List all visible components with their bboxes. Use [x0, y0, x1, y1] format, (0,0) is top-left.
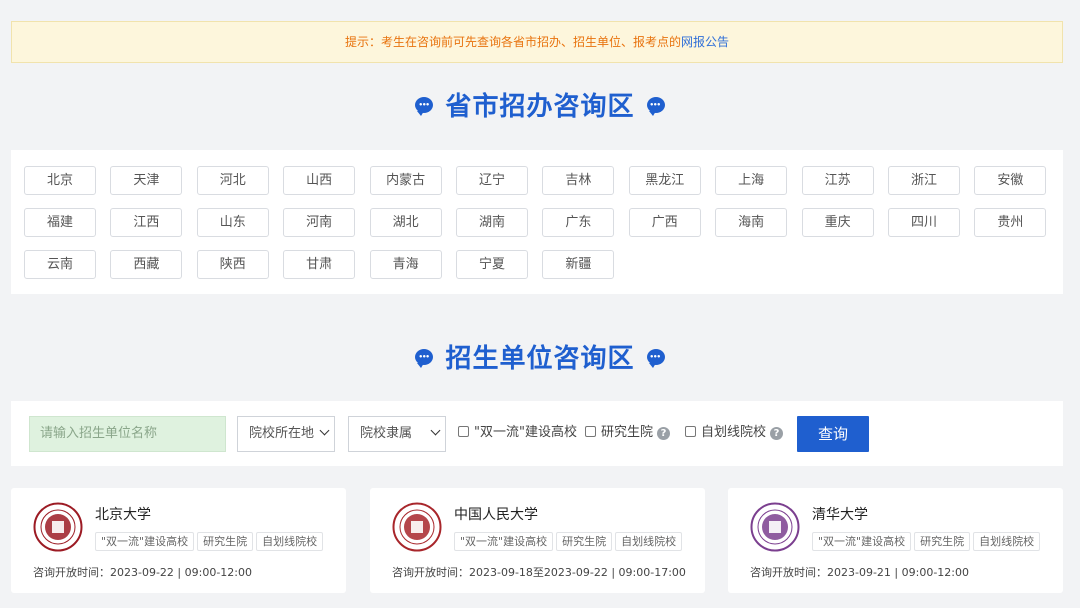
province-button[interactable]: 广西	[628, 208, 701, 237]
university-tag: "双一流"建设高校	[454, 532, 554, 551]
university-tag: 研究生院	[556, 532, 613, 551]
province-button[interactable]: 安徽	[974, 166, 1047, 195]
province-button[interactable]: 海南	[715, 208, 788, 237]
province-button[interactable]: 青海	[369, 250, 442, 279]
checkbox-label: 自划线院校	[701, 425, 767, 440]
chevron-down-icon	[319, 425, 330, 436]
university-tag: 自划线院校	[256, 532, 324, 551]
province-button[interactable]: 云南	[24, 250, 96, 279]
section-title-text: 招生单位咨询区	[445, 344, 635, 374]
province-panel: 北京 天津 河北 山西 内蒙古 辽宁 吉林 黑龙江 上海 江苏 浙江 安徽福建 江西 山东 河南 湖北 湖南 广东…	[11, 150, 1063, 294]
chevron-down-icon	[430, 425, 441, 436]
university-card[interactable]: 北京大学 "双一流"建设高校 研究生院 自划线院校 咨询开放时间：2023-09-22 …	[11, 488, 346, 593]
self-line-checkbox[interactable]: 自划线院校?	[685, 425, 784, 440]
province-button[interactable]: 湖南	[456, 208, 528, 237]
university-tag: "双一流"建设高校	[95, 532, 195, 551]
affiliation-select[interactable]: 院校隶属	[348, 416, 446, 452]
province-button[interactable]: 浙江	[888, 166, 960, 195]
consult-time-value: 2023-09-22 | 09:00-12:00	[110, 566, 252, 579]
university-tag: 自划线院校	[973, 532, 1041, 551]
province-button[interactable]: 天津	[110, 166, 183, 195]
province-button[interactable]: 内蒙古	[369, 166, 442, 195]
university-card[interactable]: 清华大学 "双一流"建设高校 研究生院 自划线院校 咨询开放时间：2023-09-21 …	[728, 488, 1063, 593]
university-tag: 研究生院	[914, 532, 971, 551]
help-icon[interactable]: ?	[657, 427, 671, 440]
university-tags: "双一流"建设高校 研究生院 自划线院校	[454, 530, 685, 551]
consult-time: 咨询开放时间：2023-09-22 | 09:00-12:00	[33, 564, 252, 580]
university-logo-icon	[392, 502, 442, 552]
chat-bubble-icon	[646, 348, 665, 368]
section-title-text: 省市招办咨询区	[445, 92, 635, 122]
province-button[interactable]: 山西	[283, 166, 356, 195]
university-logo-icon	[33, 502, 83, 552]
location-select[interactable]: 院校所在地	[237, 416, 335, 452]
province-button[interactable]: 福建	[24, 208, 96, 237]
institution-search-input[interactable]: 请输入招生单位名称	[29, 416, 226, 452]
province-button[interactable]: 河北	[196, 166, 269, 195]
province-button[interactable]: 西藏	[110, 250, 183, 279]
province-button[interactable]: 河南	[283, 208, 356, 237]
notice-bar: 提示：考生在咨询前可先查询各省市招办、招生单位、报考点的网报公告	[11, 21, 1063, 63]
province-button[interactable]: 贵州	[974, 208, 1047, 237]
notice-link[interactable]: 网报公告	[681, 35, 729, 49]
province-button[interactable]: 新疆	[542, 250, 615, 279]
consult-time-value: 2023-09-21 | 09:00-12:00	[827, 566, 969, 579]
university-tag: 自划线院校	[615, 532, 683, 551]
province-button[interactable]: 湖北	[369, 208, 442, 237]
province-button[interactable]: 辽宁	[456, 166, 528, 195]
province-button[interactable]: 江西	[110, 208, 183, 237]
province-button[interactable]: 宁夏	[456, 250, 528, 279]
section-title-institutions: 招生单位咨询区	[0, 338, 1080, 375]
consult-time-label: 咨询开放时间：	[750, 566, 827, 579]
university-card[interactable]: 中国人民大学 "双一流"建设高校 研究生院 自划线院校咨询开放时间：2023-09-1…	[370, 488, 705, 593]
university-tags: "双一流"建设高校 研究生院 自划线院校	[95, 530, 326, 551]
chat-bubble-icon	[415, 348, 434, 368]
province-button[interactable]: 山东	[196, 208, 269, 237]
help-icon[interactable]: ?	[770, 427, 784, 440]
grad-school-checkbox[interactable]: 研究生院?	[585, 425, 671, 440]
location-select-label: 院校所在地	[249, 426, 315, 441]
checkbox-label: 研究生院	[601, 425, 654, 440]
university-tag: 研究生院	[197, 532, 254, 551]
province-button[interactable]: 陕西	[196, 250, 269, 279]
province-button[interactable]: 甘肃	[283, 250, 356, 279]
university-name[interactable]: 北京大学	[95, 504, 151, 524]
consult-time: 咨询开放时间：2023-09-18至2023-09-22 | 09:00-17:…	[392, 564, 686, 580]
checkbox-icon[interactable]	[685, 426, 696, 437]
double-first-checkbox[interactable]: "双一流"建设高校	[458, 426, 577, 440]
province-button[interactable]: 广东	[542, 208, 615, 237]
province-button[interactable]: 重庆	[801, 208, 874, 237]
consult-time-label: 咨询开放时间：	[33, 566, 110, 579]
province-button[interactable]: 四川	[888, 208, 960, 237]
province-button[interactable]: 吉林	[542, 166, 615, 195]
notice-text: 提示：考生在咨询前可先查询各省市招办、招生单位、报考点的	[344, 35, 681, 49]
province-button[interactable]: 江苏	[801, 166, 874, 195]
chat-bubble-icon	[646, 96, 665, 116]
affiliation-select-label: 院校隶属	[360, 426, 413, 441]
university-name[interactable]: 中国人民大学	[454, 504, 538, 524]
province-button[interactable]: 北京	[24, 166, 96, 195]
consult-time: 咨询开放时间：2023-09-21 | 09:00-12:00	[750, 564, 969, 580]
province-button[interactable]: 黑龙江	[628, 166, 701, 195]
checkbox-icon[interactable]	[585, 426, 596, 437]
university-name[interactable]: 清华大学	[812, 504, 868, 524]
checkbox-label: "双一流"建设高校	[474, 425, 577, 440]
province-button[interactable]: 上海	[715, 166, 788, 195]
chat-bubble-icon	[415, 96, 434, 116]
search-panel: 请输入招生单位名称 院校所在地 院校隶属 "双一流"建设高校 研究生院? 自划线…	[11, 401, 1063, 466]
checkbox-icon[interactable]	[458, 426, 469, 437]
section-title-provincial: 省市招办咨询区	[0, 86, 1080, 123]
query-button[interactable]: 查询	[797, 416, 869, 452]
university-logo-icon	[750, 502, 800, 552]
consult-time-label: 咨询开放时间：	[392, 566, 469, 579]
consult-time-value: 2023-09-18至2023-09-22 | 09:00-17:00	[469, 566, 686, 579]
university-tags: "双一流"建设高校 研究生院 自划线院校	[812, 530, 1043, 551]
university-tag: "双一流"建设高校	[812, 532, 912, 551]
